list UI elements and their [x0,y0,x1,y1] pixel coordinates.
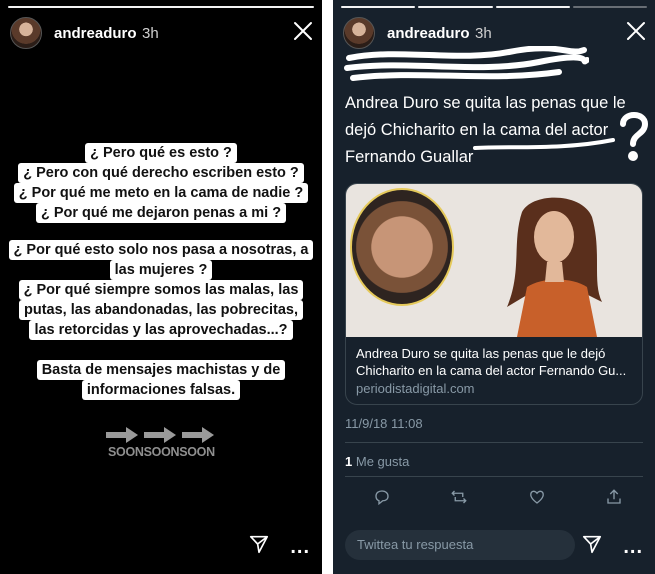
likes-label: Me gusta [355,454,410,469]
story-bottom-actions: ... [581,533,643,560]
story-line: las retorcidas y las aprovechadas...? [29,320,293,340]
send-icon[interactable] [581,533,603,560]
avatar[interactable] [10,17,42,49]
right-story-panel: andreaduro 3h Andrea Duro se quita las p… [333,0,655,574]
arrow-right-icon [144,427,176,443]
card-title: Andrea Duro se quita las penas que le de… [356,346,627,378]
card-image [346,184,642,337]
arrow-sticker [106,427,216,445]
post-time: 3h [142,25,159,42]
retweet-icon[interactable] [450,488,468,511]
story-line: ¿ Pero qué es esto ? [85,143,237,163]
link-card[interactable]: Andrea Duro se quita las penas que le de… [345,183,643,405]
close-icon[interactable] [292,20,314,42]
more-icon[interactable]: ... [623,537,643,557]
close-icon[interactable] [625,20,647,42]
post-time: 3h [475,25,492,42]
username[interactable]: andreaduro [387,25,470,42]
story-text-block-2: ¿ Por qué esto solo nos pasa a nosotras,… [0,240,322,340]
story-line: ¿ Por qué me dejaron penas a mi ? [35,203,287,223]
reply-icon[interactable] [373,488,391,511]
story-line: informaciones falsas. [81,380,241,400]
story-progress-bar [8,6,314,8]
tweet-actions [373,488,623,511]
divider [345,476,643,477]
story-line: ¿ Pero con qué derecho escriben esto ? [18,163,304,183]
tweet-date: 11/9/18 11:08 [345,416,423,431]
send-icon[interactable] [248,533,270,560]
story-progress-bar [341,6,647,8]
card-domain[interactable]: periodistadigital.com [346,379,642,398]
likes-number: 1 [345,454,353,469]
woman-photo [507,197,602,337]
username[interactable]: andreaduro [54,25,137,42]
story-bottom-actions: ... [248,533,310,560]
story-line: ¿ Por qué esto solo nos pasa a nosotras,… [8,240,314,260]
reply-input[interactable]: Twittea tu respuesta [345,530,575,560]
avatar[interactable] [343,17,375,49]
scribble-redaction [344,46,589,81]
story-line: ¿ Por qué me meto en la cama de nadie ? [13,183,309,203]
likes-count[interactable]: 1 Me gusta [345,454,409,469]
arrow-right-icon [182,427,214,443]
story-line: ¿ Por qué siempre somos las malas, las [18,280,304,300]
more-icon[interactable]: ... [290,537,310,557]
soon-sticker-text: SOONSOONSOON [108,445,215,459]
arrow-right-icon [106,427,138,443]
story-text-block-1: ¿ Pero qué es esto ? ¿ Pero con qué dere… [0,143,322,223]
like-icon[interactable] [528,488,546,511]
story-line: putas, las abandonadas, las pobrecitas, [19,300,303,320]
story-line: las mujeres ? [109,260,213,280]
actor-photo [350,188,454,306]
story-text-block-3: Basta de mensajes machistas y de informa… [0,360,322,400]
left-story-panel: andreaduro 3h ¿ Pero qué es esto ? ¿ Per… [0,0,322,574]
story-line: Basta de mensajes machistas y de [36,360,286,380]
question-mark-doodle [473,112,649,161]
divider [345,442,643,443]
share-icon[interactable] [605,488,623,511]
